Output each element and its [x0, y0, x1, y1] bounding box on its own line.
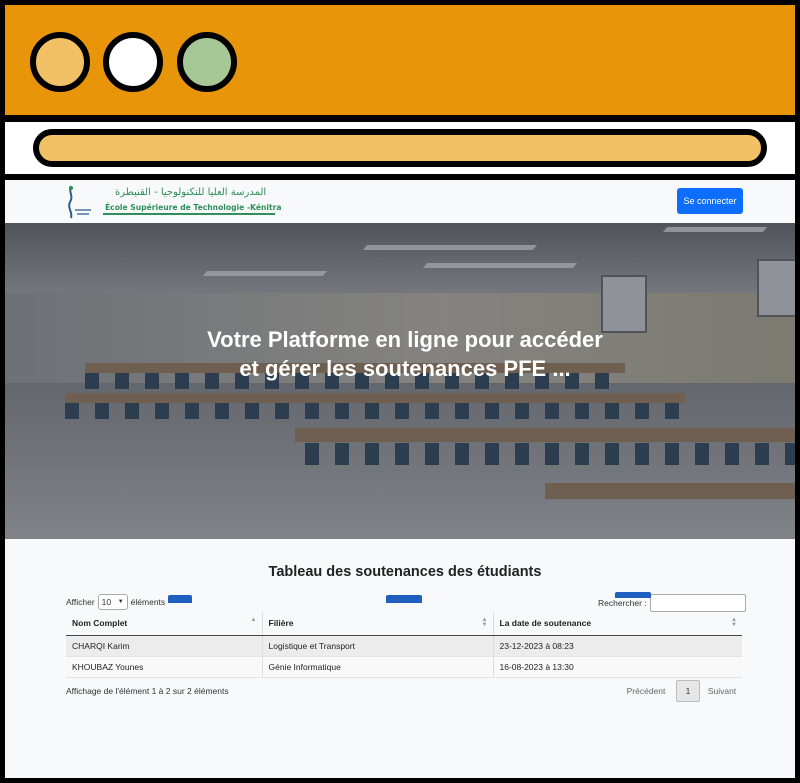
chevron-down-icon: ▼ — [117, 599, 124, 605]
soutenances-table: Nom Complet ▲ Filière ▲ ▼ La date de sout… — [66, 612, 742, 678]
navbar: المدرسة العليا للتكنولوجيا - القنيطرة Éc… — [5, 180, 795, 223]
table-row[interactable]: CHARQI Karim Logistique et Transport 23-… — [66, 635, 742, 657]
feature-icon — [386, 595, 422, 603]
sort-icon: ▲ ▼ — [731, 617, 737, 628]
logo-latin-text: École Supérieure de Technologie -Kénitra — [105, 203, 282, 212]
soutenances-section: Tableau des soutenances des étudiants Af… — [5, 539, 795, 778]
feature-icon — [168, 595, 192, 603]
sort-asc-icon: ▲ — [250, 617, 257, 623]
pagination: Précédent 1 Suivant — [620, 680, 740, 702]
cell-filiere: Génie Informatique — [262, 656, 494, 678]
school-logo[interactable]: المدرسة العليا للتكنولوجيا - القنيطرة Éc… — [65, 184, 282, 220]
sort-icon: ▲ ▼ — [481, 617, 488, 628]
school-emblem-icon — [68, 185, 91, 219]
hero-title: Votre Platforme en ligne pour accéder et… — [207, 327, 603, 381]
table-header-row: Nom Complet ▲ Filière ▲ ▼ La date de sout… — [66, 612, 742, 636]
section-title: Tableau des soutenances des étudiants — [268, 564, 542, 580]
cell-date: 23-12-2023 à 08:23 — [493, 635, 742, 657]
window-minimize-dot[interactable] — [30, 32, 90, 92]
pagination-next[interactable]: Suivant — [704, 686, 740, 696]
calendar-icon — [615, 592, 651, 598]
login-button[interactable]: Se connecter — [677, 188, 743, 214]
page-length-select[interactable]: 10 ▼ — [97, 594, 128, 610]
cell-date: 16-08-2023 à 13:30 — [493, 656, 742, 678]
cell-nom: KHOUBAZ Younes — [66, 656, 263, 678]
window-maximize-dot[interactable] — [103, 32, 163, 92]
pagination-page-1[interactable]: 1 — [676, 680, 700, 702]
length-suffix: éléments — [130, 597, 166, 607]
pagination-previous[interactable]: Précédent — [620, 686, 672, 696]
logo-underline — [103, 213, 275, 215]
cell-nom: CHARQI Karim — [66, 635, 263, 657]
search-input[interactable] — [649, 594, 746, 612]
column-header-filiere[interactable]: Filière ▲ ▼ — [262, 612, 494, 636]
page-length-control: Afficher 10 ▼ éléments — [66, 594, 165, 610]
browser-titlebar — [5, 5, 795, 115]
search-label: Rechercher : — [598, 598, 647, 608]
length-value: 10 — [101, 597, 112, 607]
table-info: Affichage de l'élément 1 à 2 sur 2 éléme… — [66, 686, 229, 696]
table-row[interactable]: KHOUBAZ Younes Génie Informatique 16-08-… — [66, 656, 742, 678]
address-bar-container — [5, 122, 795, 174]
window-close-dot[interactable] — [177, 32, 237, 92]
column-header-date[interactable]: La date de soutenance ▲ ▼ — [493, 612, 742, 636]
page-viewport: المدرسة العليا للتكنولوجيا - القنيطرة Éc… — [5, 180, 795, 778]
column-header-nom[interactable]: Nom Complet ▲ — [66, 612, 263, 636]
address-bar[interactable] — [33, 129, 767, 167]
length-prefix: Afficher — [66, 597, 95, 607]
logo-arabic-text: المدرسة العليا للتكنولوجيا - القنيطرة — [115, 187, 267, 198]
hero-banner: Votre Platforme en ligne pour accéder et… — [5, 223, 795, 539]
cell-filiere: Logistique et Transport — [262, 635, 494, 657]
